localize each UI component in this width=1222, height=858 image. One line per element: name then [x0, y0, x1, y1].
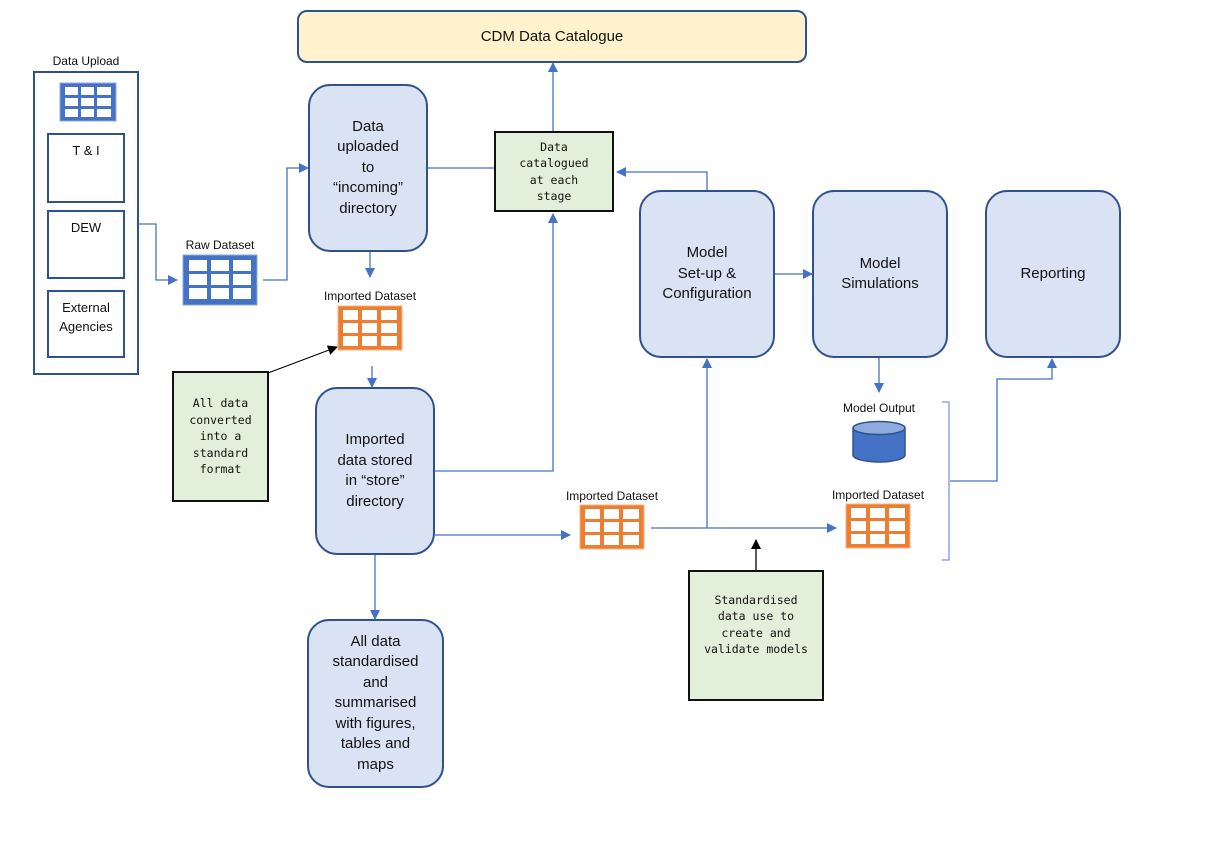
- node-incoming-directory[interactable]: Data uploaded to “incoming” directory: [308, 84, 428, 252]
- output-bracket: [942, 401, 950, 561]
- connector-store-to-catalogued: [435, 213, 558, 472]
- source-dew[interactable]: DEW: [47, 210, 125, 279]
- raw-dataset-label: Raw Dataset: [185, 238, 255, 252]
- imported-dataset-3-icon[interactable]: [845, 503, 911, 549]
- source-external-agencies[interactable]: External Agencies: [47, 290, 125, 358]
- catalogue-title: CDM Data Catalogue: [480, 28, 624, 45]
- table-icon: [59, 82, 117, 122]
- callout-converted-arrow: [267, 345, 338, 374]
- connector-raw-to-incoming: [263, 163, 309, 281]
- note-data-catalogued[interactable]: Data catalogued at each stage: [494, 131, 614, 212]
- note-standardised-data[interactable]: Standardised data use to create and vali…: [688, 570, 824, 701]
- model-output-label: Model Output: [842, 401, 916, 415]
- source-t-and-i[interactable]: T & I: [47, 133, 125, 203]
- data-upload-title: Data Upload: [52, 54, 120, 68]
- node-model-simulations[interactable]: Model Simulations: [812, 190, 948, 358]
- imported-dataset-3-label: Imported Dataset: [831, 488, 925, 502]
- note-data-converted[interactable]: All data converted into a standard forma…: [172, 371, 269, 502]
- imported-dataset-2-icon[interactable]: [579, 504, 645, 550]
- imported-dataset-1-icon[interactable]: [337, 305, 403, 351]
- connector-upload-to-raw: [138, 223, 178, 285]
- node-store-directory[interactable]: Imported data stored in “store” director…: [315, 387, 435, 555]
- node-model-setup[interactable]: Model Set-up & Configuration: [639, 190, 775, 358]
- connector-setup-to-catalogued: [616, 167, 708, 190]
- node-summarised[interactable]: All data standardised and summarised wit…: [307, 619, 444, 788]
- imported-dataset-1-label: Imported Dataset: [323, 289, 417, 303]
- imported-dataset-2-label: Imported Dataset: [565, 489, 659, 503]
- raw-dataset-icon[interactable]: [182, 254, 258, 306]
- connector-bracket-to-reporting: [950, 358, 1057, 482]
- node-reporting[interactable]: Reporting: [985, 190, 1121, 358]
- cdm-data-catalogue[interactable]: CDM Data Catalogue: [297, 10, 807, 63]
- database-icon[interactable]: [851, 420, 907, 464]
